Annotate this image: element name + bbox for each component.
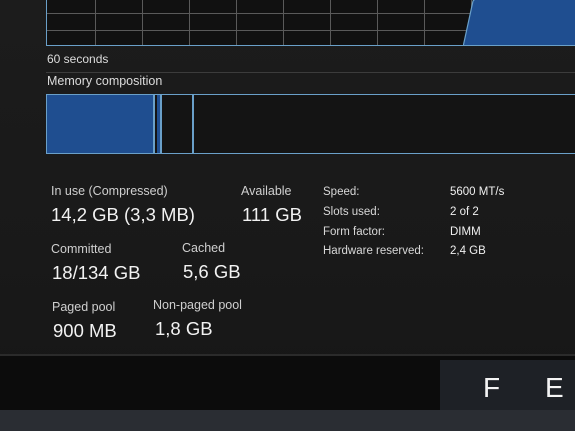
slots-used-label: Slots used: — [323, 206, 380, 218]
committed-value: 18/134 GB — [52, 262, 141, 283]
form-factor-value: DIMM — [450, 226, 481, 238]
graph-divider — [46, 72, 575, 73]
in-use-label: In use (Compressed) — [51, 184, 168, 198]
hardware-reserved-value: 2,4 GB — [450, 245, 486, 257]
hardware-reserved-label: Hardware reserved: — [323, 245, 424, 257]
composition-in-use-segment[interactable] — [47, 95, 153, 153]
available-label: Available — [241, 184, 292, 198]
slots-used-value: 2 of 2 — [450, 206, 479, 218]
memory-usage-area — [463, 0, 575, 45]
keyboard-key-f: F — [483, 372, 501, 403]
form-factor-label: Form factor: — [323, 226, 385, 238]
paged-pool-value: 900 MB — [53, 320, 117, 341]
speed-label: Speed: — [323, 186, 360, 198]
keyboard-base — [0, 410, 575, 431]
speed-value: 5600 MT/s — [450, 186, 505, 198]
cached-label: Cached — [182, 241, 226, 255]
graph-time-span-label: 60 seconds — [47, 52, 109, 66]
non-paged-pool-label: Non-paged pool — [153, 298, 242, 312]
composition-separator — [192, 95, 194, 153]
committed-label: Committed — [51, 242, 112, 256]
paged-pool-label: Paged pool — [52, 300, 116, 314]
memory-composition-bar[interactable] — [46, 94, 575, 154]
available-value: 111 GB — [242, 204, 302, 225]
composition-separator — [160, 95, 162, 153]
memory-composition-title: Memory composition — [47, 74, 163, 88]
in-use-value: 14,2 GB (3,3 MB) — [51, 204, 195, 225]
composition-separator — [153, 95, 155, 153]
non-paged-pool-value: 1,8 GB — [155, 318, 213, 339]
cached-value: 5,6 GB — [183, 261, 241, 282]
memory-usage-graph — [46, 0, 575, 46]
keyboard-key-e: E — [545, 372, 564, 403]
